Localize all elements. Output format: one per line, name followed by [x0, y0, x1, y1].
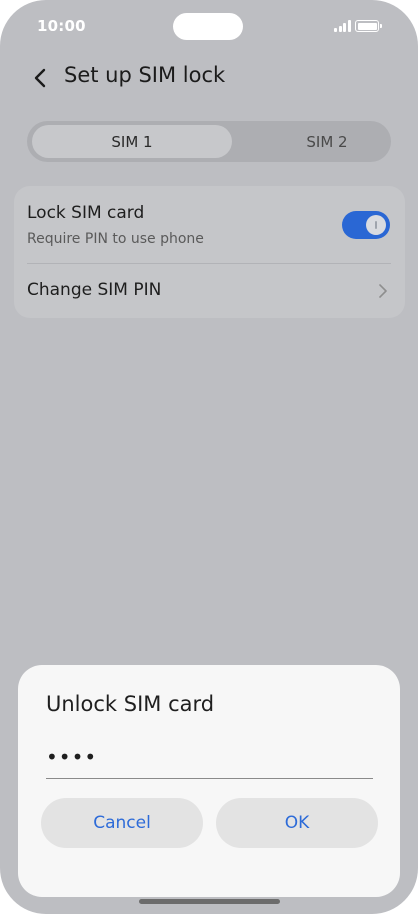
chevron-left-icon[interactable]	[30, 66, 52, 90]
dynamic-island	[173, 13, 243, 40]
battery-icon	[355, 20, 382, 32]
signal-icon	[334, 20, 351, 32]
tab-sim-1[interactable]: SIM 1	[32, 125, 232, 158]
ok-button[interactable]: OK	[216, 798, 378, 848]
lock-sim-card-row[interactable]: Lock SIM card Require PIN to use phone	[14, 186, 405, 263]
home-indicator[interactable]	[139, 899, 280, 904]
sim-tabs: SIM 1 SIM 2	[27, 121, 391, 162]
dialog-title: Unlock SIM card	[46, 692, 215, 716]
change-sim-pin-title: Change SIM PIN	[27, 280, 162, 300]
lock-sim-card-toggle[interactable]	[342, 211, 390, 239]
phone-screen: 10:00 Set up SIM lock SIM 1 SIM 2 Lock S…	[0, 0, 418, 914]
page-title: Set up SIM lock	[64, 63, 226, 87]
cancel-button[interactable]: Cancel	[41, 798, 203, 848]
unlock-sim-dialog: Unlock SIM card •••• Cancel OK	[18, 665, 400, 897]
tab-sim-2[interactable]: SIM 2	[227, 125, 418, 158]
chevron-right-icon	[377, 283, 389, 299]
change-sim-pin-row[interactable]: Change SIM PIN	[14, 264, 405, 318]
lock-sim-card-title: Lock SIM card	[27, 203, 145, 223]
pin-input-value: ••••	[46, 745, 98, 769]
sim-lock-settings-card: Lock SIM card Require PIN to use phone C…	[14, 186, 405, 318]
toggle-knob	[366, 215, 386, 235]
status-time: 10:00	[37, 17, 86, 35]
lock-sim-card-subtitle: Require PIN to use phone	[27, 231, 204, 247]
status-bar: 10:00	[0, 0, 418, 56]
pin-input[interactable]: ••••	[46, 743, 373, 779]
